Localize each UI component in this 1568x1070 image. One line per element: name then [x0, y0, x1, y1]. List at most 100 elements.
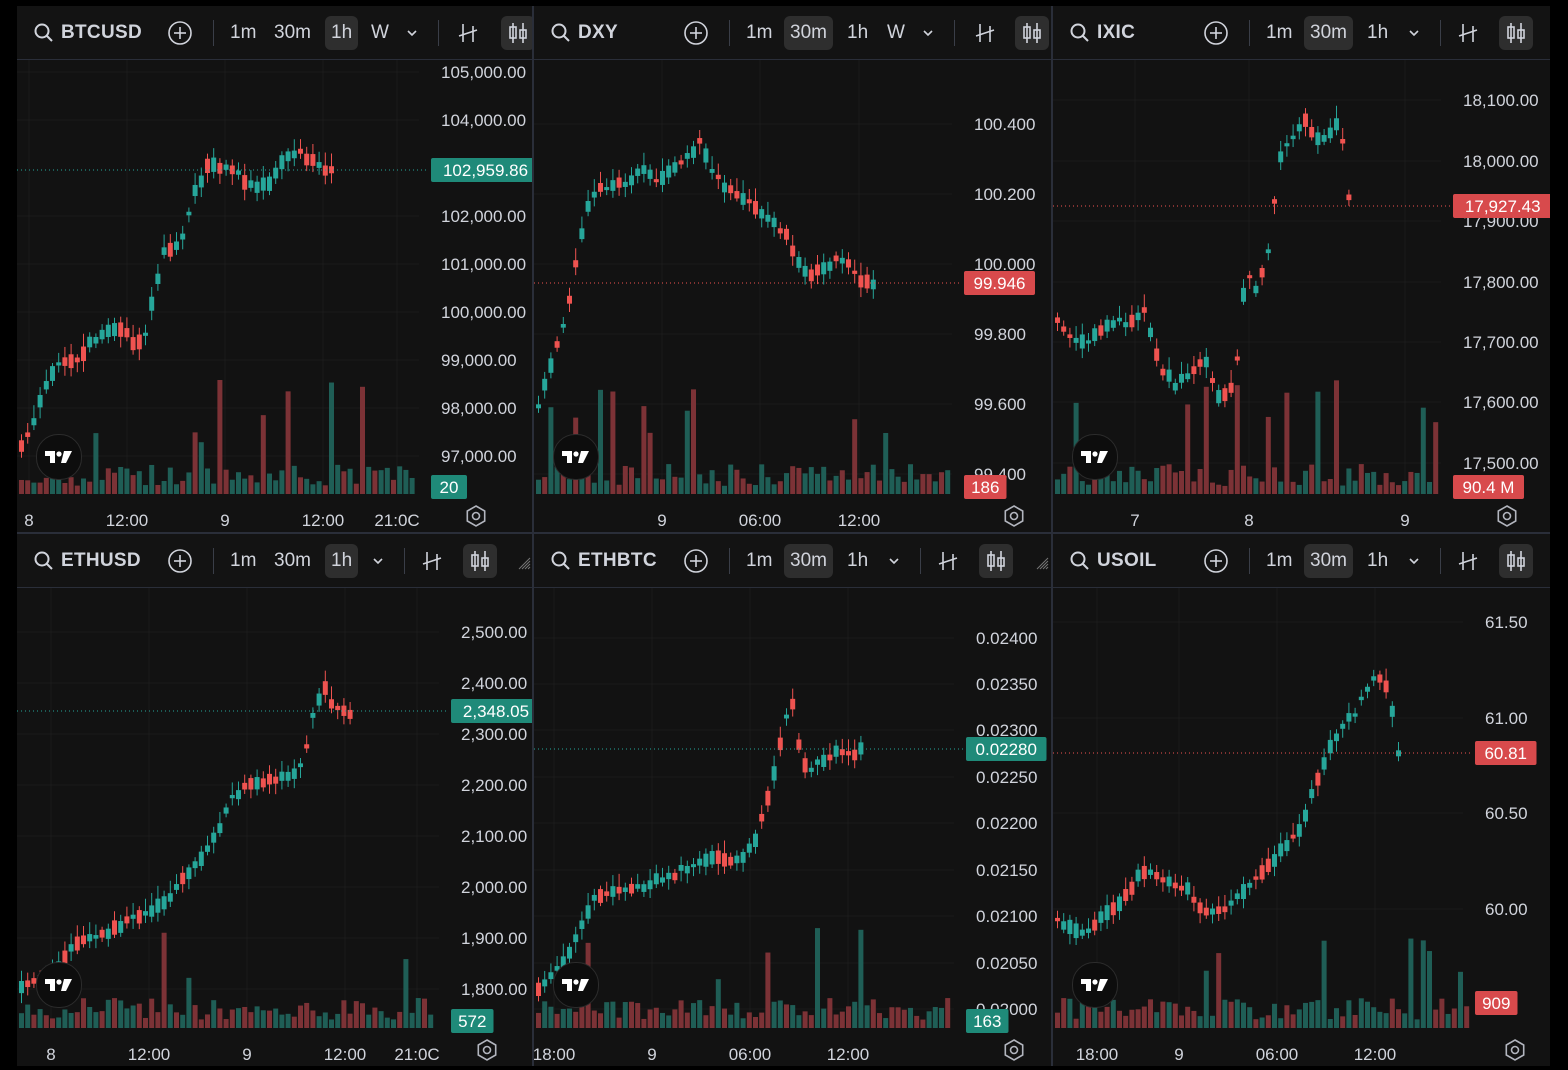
timeframe-1h[interactable]: 1h	[1361, 544, 1394, 578]
tradingview-logo[interactable]	[36, 962, 82, 1008]
gear-icon[interactable]	[1003, 1039, 1025, 1061]
timeframe-1h[interactable]: 1h	[325, 16, 359, 50]
indicators-button[interactable]	[451, 16, 485, 50]
tradingview-logo[interactable]	[553, 962, 599, 1008]
timeframe-1m[interactable]: 1m	[224, 16, 262, 50]
tradingview-logo[interactable]	[553, 434, 599, 480]
chart-type-button[interactable]	[1499, 16, 1533, 50]
chart-panel-ixic[interactable]: IXIC 1m 30m 1h 18,100.00 18,000.00 17,900.…	[1053, 6, 1550, 532]
chart-panel-ethbtc[interactable]: ETHBTC 1m 30m 1h 0.02400 0.02350 0.02300 0.…	[534, 534, 1051, 1066]
chart-type-button[interactable]	[1015, 16, 1049, 50]
chart-area[interactable]: 0.02400 0.02350 0.02300 0.02250 0.02200 0.021…	[534, 588, 1051, 1066]
timeframe-1m[interactable]: 1m	[740, 16, 778, 50]
price-chart[interactable]: 105,000.00 104,000.00 102,000.00 101,000.00…	[17, 60, 532, 532]
compare-add-button[interactable]	[679, 16, 713, 50]
price-chart[interactable]: 18,100.0018,000.0017,900.0017,800.0017,7…	[1053, 60, 1550, 532]
candle-body	[1129, 881, 1135, 895]
price-chart[interactable]: 61.50 61.00 60.50 60.00 18:00 9 06:00 12:00 60.8…	[1053, 588, 1550, 1066]
timeframe-w[interactable]: W	[881, 16, 911, 50]
chart-panel-btcusd[interactable]: BTCUSD 1m 30m 1h W 105,000.00 104,000.00 1…	[17, 6, 532, 532]
chart-panel-dxy[interactable]: DXY 1m 30m 1h W 100.400 100.200 100.000 99.…	[534, 6, 1051, 532]
timeframe-dropdown[interactable]	[911, 16, 945, 50]
price-chart[interactable]: 2,500.00 2,400.00 2,300.00 2,200.00 2,100.00…	[17, 588, 532, 1066]
compare-add-button[interactable]	[1199, 16, 1233, 50]
price-chart[interactable]: 100.400100.200100.00099.80099.60099.4009…	[534, 60, 1051, 532]
tradingview-logo[interactable]	[1072, 962, 1118, 1008]
volume-value: 20	[440, 478, 459, 497]
y-axis-tick-label: 1,900.00	[461, 929, 527, 948]
volume-bar	[827, 480, 833, 494]
timeframe-1m[interactable]: 1m	[1260, 544, 1298, 578]
volume-bar	[229, 479, 235, 494]
volume-bar	[174, 484, 179, 494]
gear-icon[interactable]	[476, 1039, 498, 1061]
volume-bar	[19, 479, 24, 494]
timeframe-1h[interactable]: 1h	[841, 16, 874, 50]
compare-add-button[interactable]	[1199, 544, 1233, 578]
symbol-search-button[interactable]: DXY	[550, 6, 618, 59]
price-chart[interactable]: 0.024000.023500.023000.022500.022000.021…	[534, 588, 1051, 1066]
tradingview-logo[interactable]	[1072, 434, 1118, 480]
volume-bar	[1296, 1009, 1302, 1028]
symbol-search-button[interactable]: BTCUSD	[33, 6, 142, 59]
volume-bar	[709, 1006, 715, 1028]
chart-type-button[interactable]	[501, 16, 532, 50]
timeframe-dropdown[interactable]	[1397, 544, 1431, 578]
symbol-search-button[interactable]: ETHUSD	[33, 534, 141, 587]
chart-area[interactable]: 105,000.00 104,000.00 102,000.00 101,000.00…	[17, 60, 532, 532]
candlestick-icon	[987, 551, 1005, 571]
timeframe-30m[interactable]: 30m	[784, 16, 833, 50]
volume-bar	[25, 1004, 31, 1028]
timeframe-30m[interactable]: 30m	[784, 544, 833, 578]
volume-bar	[1309, 464, 1315, 494]
timeframe-dropdown[interactable]	[877, 544, 911, 578]
candle-body	[285, 771, 291, 781]
indicators-button[interactable]	[1451, 16, 1485, 50]
compare-add-button[interactable]	[163, 16, 197, 50]
chart-area[interactable]: 100.400 100.200 100.000 99.800 99.600 99.400 9…	[534, 60, 1051, 532]
tradingview-logo[interactable]	[36, 434, 82, 480]
chart-panel-ethusd[interactable]: ETHUSD 1m 30m 1h 2,500.00 2,400.00 2,300.0…	[17, 534, 532, 1066]
symbol-search-button[interactable]: USOIL	[1069, 534, 1157, 587]
indicators-button[interactable]	[931, 544, 965, 578]
timeframe-1m[interactable]: 1m	[1260, 16, 1298, 50]
indicators-button[interactable]	[415, 544, 449, 578]
candle-body	[790, 698, 796, 710]
resize-handle-icon[interactable]	[517, 556, 531, 570]
chart-type-button[interactable]	[463, 544, 497, 578]
chart-type-button[interactable]	[979, 544, 1013, 578]
chart-type-button[interactable]	[1499, 544, 1533, 578]
volume-bar	[1451, 1008, 1457, 1028]
timeframe-30m[interactable]: 30m	[1304, 16, 1353, 50]
timeframe-w[interactable]: W	[365, 16, 395, 50]
gear-icon[interactable]	[1003, 505, 1025, 527]
indicators-button[interactable]	[1451, 544, 1485, 578]
timeframe-1h[interactable]: 1h	[325, 544, 359, 578]
timeframe-1h[interactable]: 1h	[1361, 16, 1394, 50]
chart-area[interactable]: 61.50 61.00 60.50 60.00 18:00 9 06:00 12:00 60.8…	[1053, 588, 1550, 1066]
chart-panel-usoil[interactable]: USOIL 1m 30m 1h 61.50 61.00 60.50 60.00 18:0…	[1053, 534, 1550, 1066]
timeframe-1m[interactable]: 1m	[224, 544, 262, 578]
resize-handle-icon[interactable]	[1035, 556, 1049, 570]
compare-add-button[interactable]	[679, 544, 713, 578]
timeframe-dropdown[interactable]	[1397, 16, 1431, 50]
timeframe-dropdown[interactable]	[395, 16, 429, 50]
symbol-search-button[interactable]: IXIC	[1069, 6, 1135, 59]
indicators-button[interactable]	[968, 16, 1002, 50]
timeframe-30m[interactable]: 30m	[268, 16, 317, 50]
gear-icon[interactable]	[1504, 1039, 1526, 1061]
y-axis-tick-label: 17,500.00	[1463, 454, 1539, 473]
candle-body	[703, 148, 709, 163]
chart-area[interactable]: 2,500.00 2,400.00 2,300.00 2,200.00 2,100.00…	[17, 588, 532, 1066]
gear-icon[interactable]	[465, 505, 487, 527]
gear-icon[interactable]	[1496, 505, 1518, 527]
timeframe-30m[interactable]: 30m	[268, 544, 317, 578]
timeframe-30m[interactable]: 30m	[1304, 544, 1353, 578]
compare-add-button[interactable]	[163, 544, 197, 578]
timeframe-1h[interactable]: 1h	[841, 544, 874, 578]
timeframe-1m[interactable]: 1m	[740, 544, 778, 578]
symbol-search-button[interactable]: ETHBTC	[550, 534, 657, 587]
chart-area[interactable]: 18,100.00 18,000.00 17,900.00 17,800.00 17,7…	[1053, 60, 1550, 532]
volume-bar	[1278, 481, 1284, 494]
timeframe-dropdown[interactable]	[361, 544, 395, 578]
